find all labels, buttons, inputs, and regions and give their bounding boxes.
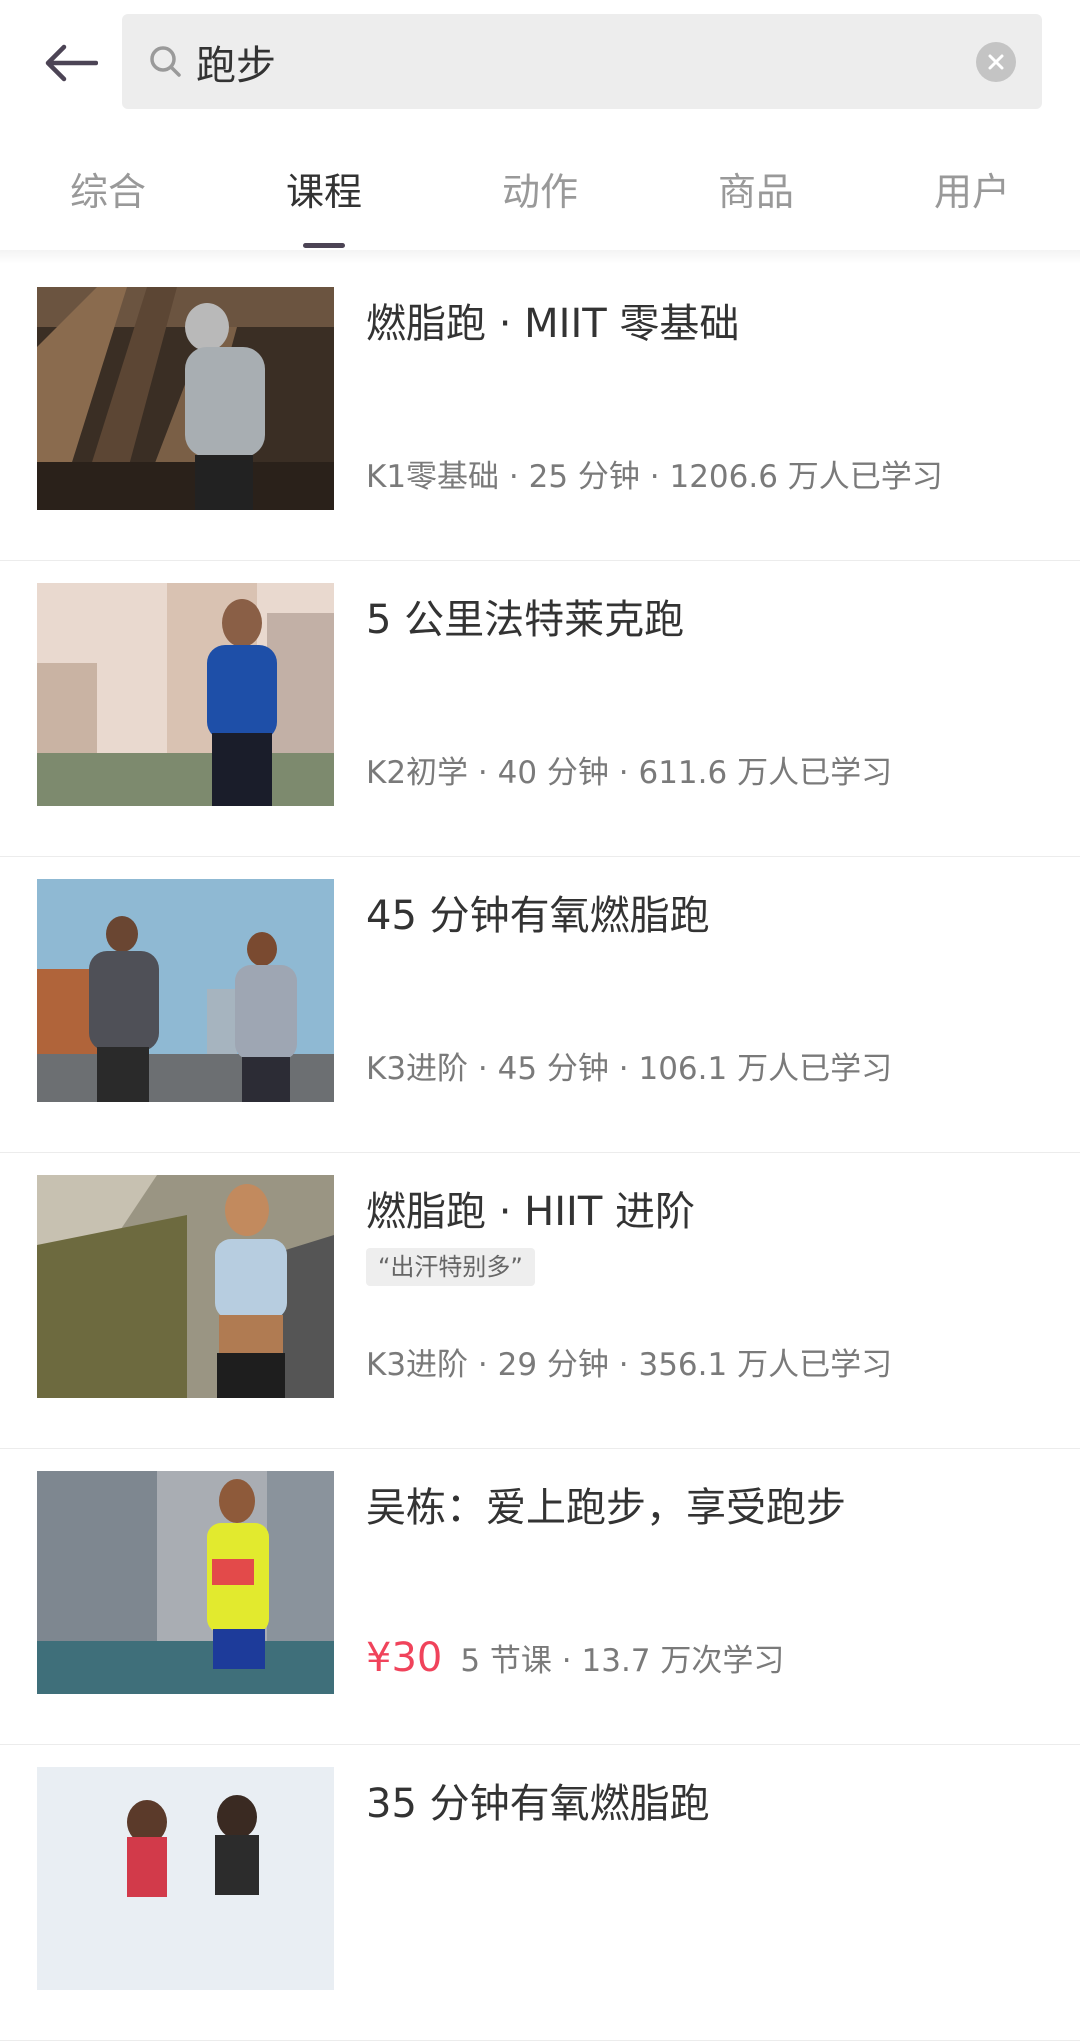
active-tab-indicator (303, 243, 345, 248)
course-meta: K1零基础 · 25 分钟 · 1206.6 万人已学习 (366, 451, 943, 496)
course-thumbnail (37, 1471, 334, 1694)
course-thumbnail (37, 1767, 334, 1990)
course-tag: “出汗特别多” (366, 1248, 535, 1286)
tabs-divider (0, 250, 1080, 264)
tab-comprehensive[interactable]: 综合 (0, 128, 216, 248)
course-thumbnail (37, 1175, 334, 1398)
close-icon (988, 54, 1004, 70)
tab-users[interactable]: 用户 (864, 128, 1080, 248)
search-icon (150, 46, 181, 77)
course-item[interactable]: 45 分钟有氧燃脂跑 K3进阶 · 45 分钟 · 106.1 万人已学习 (0, 857, 1080, 1153)
course-meta: K2初学 · 40 分钟 · 611.6 万人已学习 (366, 747, 892, 792)
tab-label: 综合 (69, 169, 146, 214)
back-button[interactable] (30, 28, 110, 98)
search-input[interactable] (196, 14, 956, 109)
course-meta: ¥30 5 节课 · 13.7 万次学习 (366, 1635, 784, 1681)
course-meta-text: 5 节课 · 13.7 万次学习 (460, 1643, 785, 1679)
search-header (0, 0, 1080, 130)
course-title: 燃脂跑 · MIIT 零基础 (366, 301, 740, 347)
course-thumbnail (37, 287, 334, 510)
search-tabs: 综合 课程 动作 商品 用户 (0, 130, 1080, 250)
course-item[interactable]: 吴栋：爱上跑步，享受跑步 ¥30 5 节课 · 13.7 万次学习 (0, 1449, 1080, 1745)
course-title: 燃脂跑 · HIIT 进阶 (366, 1189, 695, 1235)
tab-label: 商品 (717, 169, 794, 214)
tab-courses[interactable]: 课程 (216, 128, 432, 248)
course-title: 35 分钟有氧燃脂跑 (366, 1781, 710, 1827)
course-title: 45 分钟有氧燃脂跑 (366, 893, 710, 939)
search-box[interactable] (122, 14, 1042, 109)
course-list: 燃脂跑 · MIIT 零基础 K1零基础 · 25 分钟 · 1206.6 万人… (0, 265, 1080, 2041)
course-meta: K3进阶 · 45 分钟 · 106.1 万人已学习 (366, 1043, 892, 1088)
course-meta-text: K1零基础 · 25 分钟 · 1206.6 万人已学习 (366, 459, 943, 495)
tab-exercises[interactable]: 动作 (432, 128, 648, 248)
course-item[interactable]: 燃脂跑 · HIIT 进阶 “出汗特别多” K3进阶 · 29 分钟 · 356… (0, 1153, 1080, 1449)
course-thumbnail (37, 879, 334, 1102)
tab-label: 课程 (285, 169, 362, 214)
arrow-left-icon (45, 44, 98, 82)
course-item[interactable]: 5 公里法特莱克跑 K2初学 · 40 分钟 · 611.6 万人已学习 (0, 561, 1080, 857)
course-price: ¥30 (366, 1635, 443, 1681)
tab-label: 动作 (501, 169, 578, 214)
course-item[interactable]: 35 分钟有氧燃脂跑 (0, 1745, 1080, 2041)
clear-search-button[interactable] (976, 42, 1016, 82)
course-title: 5 公里法特莱克跑 (366, 597, 685, 643)
tab-label: 用户 (933, 169, 1010, 214)
tab-products[interactable]: 商品 (648, 128, 864, 248)
course-meta-text: K2初学 · 40 分钟 · 611.6 万人已学习 (366, 755, 893, 791)
course-item[interactable]: 燃脂跑 · MIIT 零基础 K1零基础 · 25 分钟 · 1206.6 万人… (0, 265, 1080, 561)
course-meta: K3进阶 · 29 分钟 · 356.1 万人已学习 (366, 1339, 892, 1384)
course-title: 吴栋：爱上跑步，享受跑步 (366, 1485, 846, 1531)
course-meta-text: K3进阶 · 45 分钟 · 106.1 万人已学习 (366, 1051, 893, 1087)
course-meta-text: K3进阶 · 29 分钟 · 356.1 万人已学习 (366, 1347, 893, 1383)
course-thumbnail (37, 583, 334, 806)
